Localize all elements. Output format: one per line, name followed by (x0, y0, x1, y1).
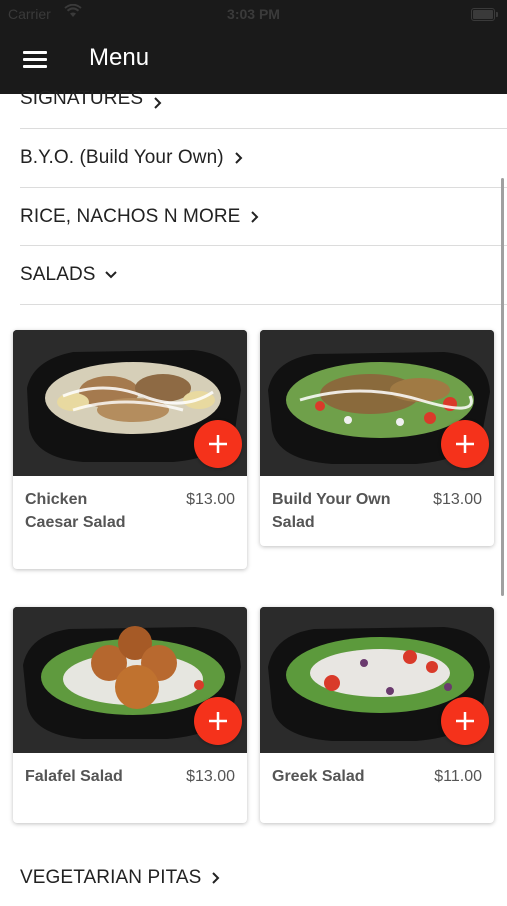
category-label: SALADS (20, 264, 96, 285)
status-time: 3:03 PM (227, 6, 280, 22)
category-salads[interactable]: SALADS (0, 246, 507, 304)
hamburger-icon[interactable] (23, 51, 47, 69)
item-price: $13.00 (433, 491, 482, 508)
page-title: Menu (89, 44, 150, 71)
scrollbar[interactable] (501, 178, 504, 596)
item-name: Build Your Own Salad (272, 491, 391, 531)
divider (20, 304, 507, 305)
item-name: Chicken Caesar Salad (25, 491, 126, 531)
category-vegetarian-pitas[interactable]: VEGETARIAN PITAS (0, 850, 507, 906)
plus-icon (456, 712, 474, 730)
menu-item-card[interactable]: Build Your Own Salad $13.00 (260, 330, 494, 546)
chevron-down-icon (104, 271, 117, 279)
category-label: RICE, NACHOS N MORE (20, 206, 241, 227)
add-to-cart-button[interactable] (194, 420, 242, 468)
menu-item-card[interactable]: Chicken Caesar Salad $13.00 (13, 330, 247, 569)
category-signatures[interactable]: SIGNATURES (0, 72, 507, 128)
chevron-right-icon (212, 872, 220, 884)
menu-item-card[interactable]: Greek Salad $11.00 (260, 607, 494, 823)
item-price: $11.00 (434, 768, 482, 785)
chevron-right-icon (251, 211, 259, 223)
add-to-cart-button[interactable] (441, 697, 489, 745)
item-name: Greek Salad (272, 768, 365, 785)
menu-item-card[interactable]: Falafel Salad $13.00 (13, 607, 247, 823)
category-rice-nachos[interactable]: RICE, NACHOS N MORE (0, 188, 507, 246)
add-to-cart-button[interactable] (441, 420, 489, 468)
category-label: B.Y.O. (Build Your Own) (20, 147, 224, 168)
item-price: $13.00 (186, 491, 235, 508)
category-label: VEGETARIAN PITAS (20, 867, 202, 888)
category-byo[interactable]: B.Y.O. (Build Your Own) (0, 129, 507, 187)
status-bar: Carrier 3:03 PM (0, 0, 507, 28)
battery-icon (471, 8, 498, 21)
category-label: SIGNATURES (20, 88, 144, 109)
plus-icon (209, 712, 227, 730)
plus-icon (456, 435, 474, 453)
chevron-right-icon (154, 97, 162, 109)
item-name: Falafel Salad (25, 768, 123, 785)
add-to-cart-button[interactable] (194, 697, 242, 745)
plus-icon (209, 435, 227, 453)
item-price: $13.00 (186, 768, 235, 785)
chevron-right-icon (234, 152, 243, 164)
